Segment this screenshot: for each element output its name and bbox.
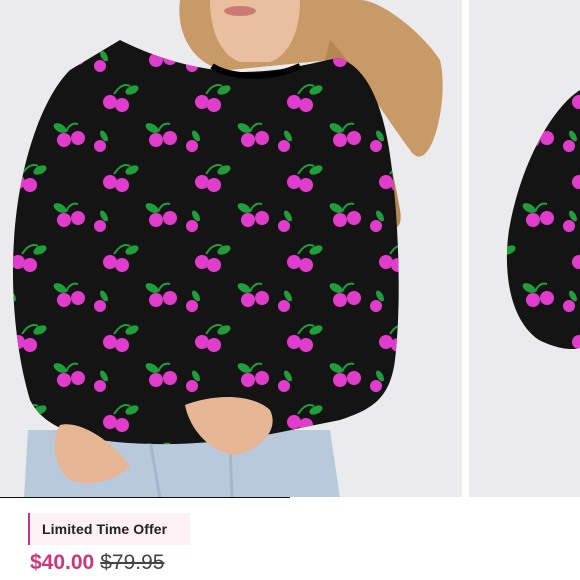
sweater-photo-alt: [469, 0, 580, 498]
product-image-main[interactable]: [0, 0, 462, 498]
offer-label: Limited Time Offer: [42, 521, 168, 537]
sale-price: $40.00: [30, 551, 95, 574]
gallery-progress-bar: [0, 497, 580, 498]
price-row: $40.00 $79.95: [30, 551, 164, 575]
product-image-next[interactable]: [469, 0, 580, 498]
original-price: $79.95: [100, 551, 165, 574]
limited-offer-badge: Limited Time Offer: [28, 513, 190, 545]
sweater-photo: [0, 0, 462, 498]
product-image-carousel[interactable]: [0, 0, 580, 498]
gallery-progress-fill: [0, 497, 290, 498]
